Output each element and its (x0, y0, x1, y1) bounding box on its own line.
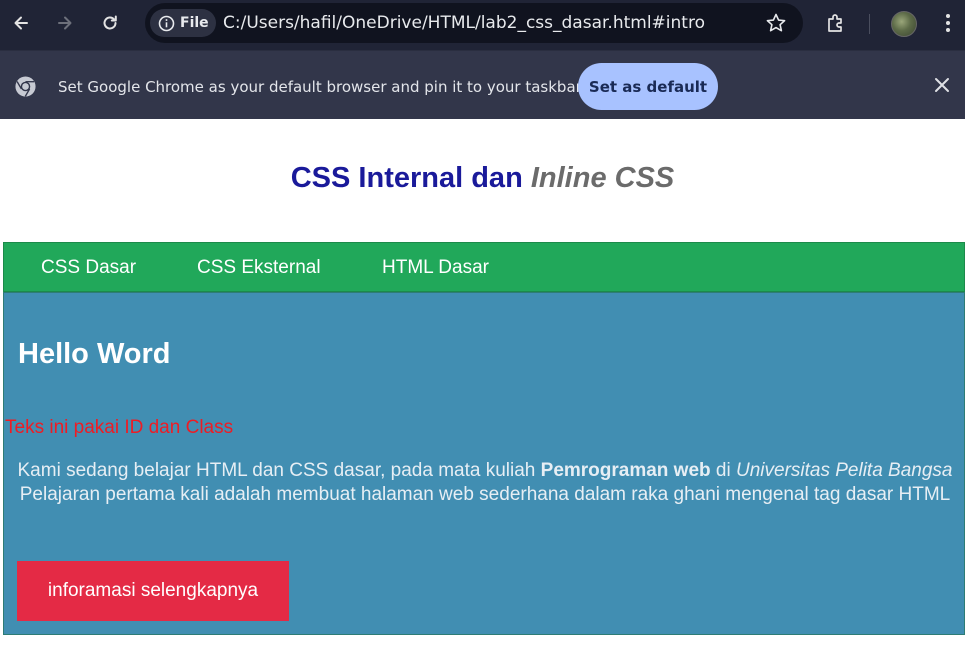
menu-item-css-dasar[interactable]: CSS Dasar (41, 257, 136, 279)
set-default-button[interactable]: Set as default (578, 63, 718, 110)
toolbar-divider (869, 14, 870, 34)
menu-kebab-icon[interactable] (933, 8, 963, 38)
page-title-italic: Inline CSS (530, 162, 675, 194)
menu-item-css-eksternal[interactable]: CSS Eksternal (197, 257, 321, 279)
main-menu: CSS Dasar CSS Eksternal HTML Dasar (3, 242, 965, 292)
site-info-chip[interactable]: File (150, 9, 216, 37)
intro-title: Hello Word (18, 338, 171, 370)
url-text[interactable]: C:/Users/hafil/OneDrive/HTML/lab2_css_da… (223, 13, 705, 33)
intro-section: Hello Word Teks ini pakai ID dan Class K… (3, 292, 965, 635)
site-chip-label: File (180, 15, 209, 31)
close-icon[interactable] (932, 75, 952, 95)
desc-text-2: di (710, 460, 736, 481)
desc-bold-text: Pemrograman web (540, 460, 711, 481)
desc-text-1: Kami sedang belajar HTML dan CSS dasar, … (17, 460, 541, 481)
menu-item-html-dasar[interactable]: HTML Dasar (382, 257, 489, 279)
bookmark-star-icon[interactable] (765, 12, 787, 39)
more-info-button[interactable]: inforamasi selengkapnya (17, 561, 289, 621)
profile-avatar[interactable] (891, 11, 917, 37)
address-bar[interactable]: File C:/Users/hafil/OneDrive/HTML/lab2_c… (145, 3, 803, 43)
page-title-main: CSS Internal dan (290, 162, 531, 194)
intro-description: Kami sedang belajar HTML dan CSS dasar, … (14, 459, 956, 506)
page-title: CSS Internal dan Inline CSS (0, 162, 965, 195)
infobar-message: Set Google Chrome as your default browse… (58, 78, 582, 96)
forward-arrow-icon[interactable] (50, 8, 80, 38)
desc-italic-text: Universitas Pelita Bangsa (736, 460, 953, 481)
reload-icon[interactable] (95, 8, 125, 38)
back-arrow-icon[interactable] (6, 8, 36, 38)
id-class-text: Teks ini pakai ID dan Class (5, 417, 234, 438)
chrome-logo-icon (15, 76, 36, 97)
extensions-puzzle-icon[interactable] (821, 8, 851, 38)
info-icon (158, 15, 175, 31)
default-browser-infobar: Set Google Chrome as your default browse… (0, 50, 965, 119)
desc-text-3: Pelajaran pertama kali adalah membuat ha… (19, 483, 951, 505)
browser-toolbar: File C:/Users/hafil/OneDrive/HTML/lab2_c… (0, 0, 965, 50)
